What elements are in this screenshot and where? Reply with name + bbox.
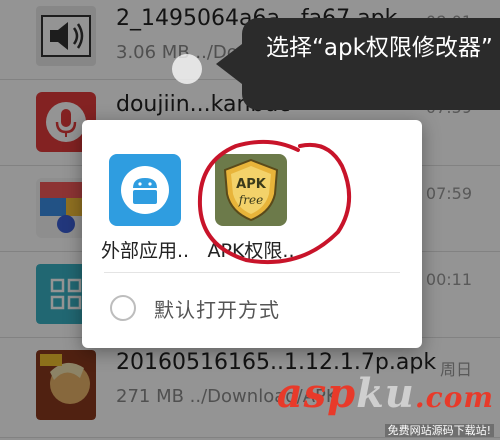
set-default-option[interactable]: 默认打开方式 xyxy=(110,290,280,326)
red-circle-annotation xyxy=(197,139,352,265)
open-with-dialog: 外部应用.. APK free APK权限.. 默认打开方式 xyxy=(82,120,422,348)
tooltip-text: 选择“apk权限修改器” xyxy=(266,35,493,61)
watermark-logo: aspku.com xyxy=(276,370,494,417)
android-app-icon xyxy=(109,154,181,226)
divider xyxy=(104,272,400,273)
tooltip-arrow xyxy=(216,44,242,84)
touch-indicator xyxy=(172,54,202,84)
default-radio[interactable] xyxy=(110,295,136,321)
instruction-tooltip: 选择“apk权限修改器” xyxy=(216,18,500,110)
default-label: 默认打开方式 xyxy=(154,297,280,322)
site-watermark: aspku.com 免费网站源码下载站! xyxy=(277,373,494,438)
watermark-tagline: 免费网站源码下载站! xyxy=(384,424,494,437)
